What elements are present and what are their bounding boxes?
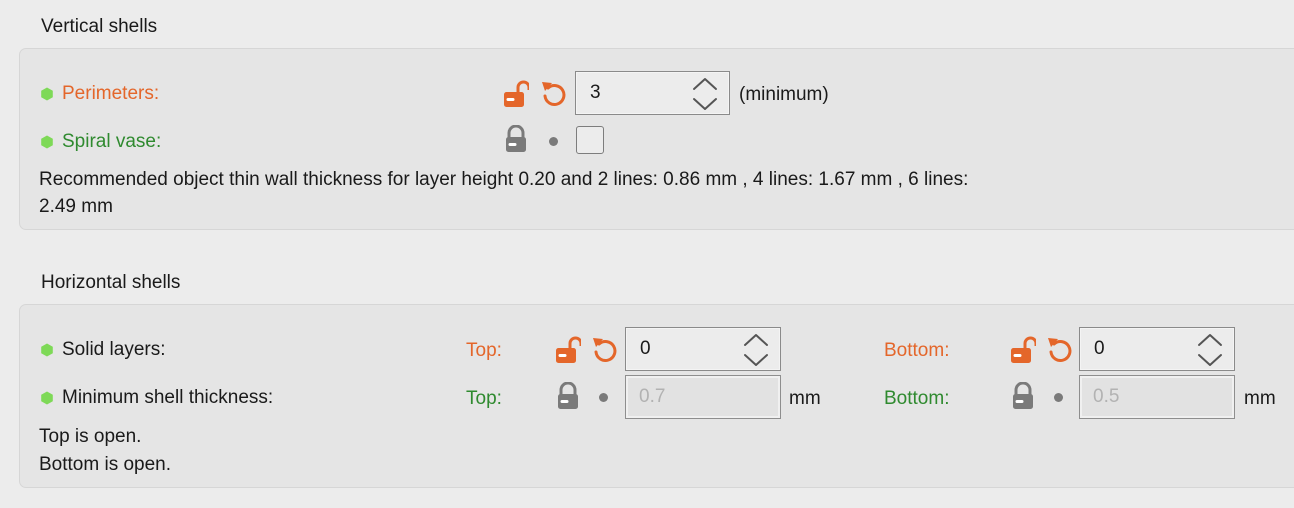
lock-icon[interactable]	[503, 125, 529, 153]
perimeters-spinner[interactable]: 3	[575, 71, 730, 115]
min-shell-top-value[interactable]: 0.7	[639, 386, 665, 408]
spin-arrows-icon[interactable]	[1196, 331, 1224, 369]
min-shell-bottom-label: Bottom:	[884, 388, 950, 409]
horizontal-shells-title: Horizontal shells	[41, 272, 181, 293]
min-shell-thickness-label: Minimum shell thickness:	[62, 387, 274, 408]
dot-icon	[599, 393, 608, 402]
undo-arrow-icon[interactable]	[1046, 335, 1074, 363]
spin-arrows-icon[interactable]	[691, 75, 719, 113]
unlock-icon[interactable]	[1010, 336, 1036, 364]
lock-icon[interactable]	[555, 382, 581, 410]
status-top-open: Top is open.	[39, 426, 142, 447]
spiral-vase-label: Spiral vase:	[62, 131, 162, 152]
undo-arrow-icon[interactable]	[540, 79, 568, 107]
min-shell-bottom-field[interactable]: 0.5	[1079, 375, 1235, 419]
min-shell-bottom-value[interactable]: 0.5	[1093, 386, 1119, 408]
unlock-icon[interactable]	[555, 336, 581, 364]
solid-layers-top-spinner[interactable]: 0	[625, 327, 781, 371]
status-bottom-open: Bottom is open.	[39, 454, 172, 475]
undo-arrow-icon[interactable]	[591, 335, 619, 363]
min-shell-top-label: Top:	[466, 388, 502, 409]
min-shell-top-field[interactable]: 0.7	[625, 375, 781, 419]
hexagon-bullet-icon	[40, 135, 54, 149]
solid-layers-bottom-spinner[interactable]: 0	[1079, 327, 1235, 371]
spin-arrows-icon[interactable]	[742, 331, 770, 369]
hexagon-bullet-icon	[40, 343, 54, 357]
lock-icon[interactable]	[1010, 382, 1036, 410]
thin-wall-note-line2: 2.49 mm	[39, 196, 113, 217]
solid-layers-bottom-label: Bottom:	[884, 340, 950, 361]
hexagon-bullet-icon	[40, 87, 54, 101]
perimeters-value[interactable]: 3	[590, 82, 601, 104]
dot-icon	[1054, 393, 1063, 402]
perimeters-suffix: (minimum)	[739, 84, 829, 105]
dot-icon	[549, 137, 558, 146]
solid-layers-top-label: Top:	[466, 340, 502, 361]
spiral-vase-checkbox[interactable]	[576, 126, 604, 154]
hexagon-bullet-icon	[40, 391, 54, 405]
perimeters-label: Perimeters:	[62, 83, 160, 104]
thin-wall-note-line1: Recommended object thin wall thickness f…	[39, 169, 969, 190]
vertical-shells-title: Vertical shells	[41, 16, 158, 37]
min-shell-top-unit: mm	[789, 388, 821, 409]
solid-layers-bottom-value[interactable]: 0	[1094, 338, 1105, 360]
min-shell-bottom-unit: mm	[1244, 388, 1276, 409]
solid-layers-label: Solid layers:	[62, 339, 166, 360]
unlock-icon[interactable]	[503, 80, 529, 108]
solid-layers-top-value[interactable]: 0	[640, 338, 651, 360]
